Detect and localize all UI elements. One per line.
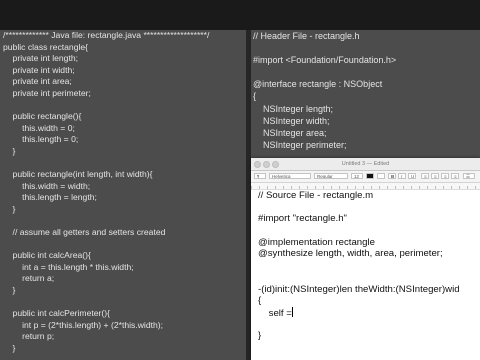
document-line (255, 260, 480, 272)
document-line: // Source File - rectangle.m (258, 190, 374, 201)
code-line: @interface rectangle : NSObject (253, 79, 383, 90)
code-line: } (3, 285, 16, 296)
document-line (255, 319, 480, 331)
code-line: /************* Java file: rectangle.java… (3, 30, 210, 40)
document-line: @synthesize length, width, area, perimet… (258, 248, 443, 260)
code-line: } (3, 145, 16, 156)
code-line: public int calcArea(){ (3, 250, 91, 261)
code-line: private int width; (3, 64, 75, 75)
text-color-well[interactable] (366, 173, 374, 179)
code-line: private int perimeter; (3, 87, 91, 98)
code-line: } (3, 343, 16, 354)
code-line: private int area; (3, 76, 72, 87)
document-line: #import "rectangle.h" (258, 213, 347, 225)
code-line: } (3, 203, 16, 214)
paragraph-style-icon[interactable]: ¶ (254, 173, 266, 179)
highlight-color-well[interactable] (377, 173, 385, 179)
font-size-select[interactable]: 12 (351, 173, 363, 179)
code-line: this.width = 0; (3, 122, 75, 133)
code-line: public int calcPerimeter(){ (3, 308, 110, 319)
align-right-icon[interactable]: ≡ (441, 173, 449, 179)
window-titlebar[interactable]: Untitled 3 — Edited (251, 158, 480, 171)
font-family-select[interactable]: Helvetica (269, 173, 311, 179)
document-line (255, 225, 480, 237)
document-line: -(id)init:(NSInteger)len theWidth:(NSInt… (258, 283, 460, 295)
code-line: NSInteger area; (253, 127, 327, 138)
document-line: self = (258, 306, 293, 319)
document-line (255, 272, 480, 284)
format-toolbar: ¶ Helvetica Regular 12 B I U ≡ ≡ ≡ ≡ ☰ (251, 171, 480, 183)
align-left-icon[interactable]: ≡ (421, 173, 429, 179)
minimize-button[interactable] (263, 161, 270, 168)
underline-button[interactable]: U (408, 173, 416, 179)
code-line: NSInteger length; (253, 103, 334, 114)
close-button[interactable] (254, 161, 261, 168)
code-line: // assume all getters and setters create… (3, 227, 166, 238)
document-line (255, 202, 480, 214)
ruler[interactable] (251, 183, 480, 190)
font-style-select[interactable]: Regular (314, 173, 348, 179)
code-line: this.width = width; (3, 180, 91, 191)
textedit-window: Untitled 3 — Edited ¶ Helvetica Regular … (251, 158, 480, 360)
code-line: #import <Foundation/Foundation.h> (253, 55, 397, 66)
code-line: int p = (2*this.length) + (2*this.width)… (3, 319, 164, 330)
java-editor-pane[interactable]: /************* Java file: rectangle.java… (0, 30, 246, 360)
code-line: public rectangle(){ (3, 111, 82, 122)
italic-button[interactable]: I (398, 173, 406, 179)
document-line: @implementation rectangle (258, 236, 375, 248)
code-line: this.length = 0; (3, 134, 79, 145)
code-line: { (253, 91, 257, 102)
code-line: public rectangle(int length, int width){ (3, 169, 153, 180)
code-line: return a; (3, 273, 55, 284)
list-icon[interactable]: ☰ (463, 173, 475, 179)
code-line: this.length = length; (3, 192, 97, 203)
code-line: NSInteger width; (253, 115, 330, 126)
document-line: { (258, 295, 262, 307)
code-line: int a = this.length * this.width; (3, 261, 134, 272)
code-line: // Header File - rectangle.h (253, 31, 360, 41)
code-line: NSInteger perimeter; (253, 139, 347, 150)
align-center-icon[interactable]: ≡ (431, 173, 439, 179)
document-text-area[interactable]: // Source File - rectangle.m #import "rec… (251, 190, 480, 342)
document-line: } (258, 330, 262, 342)
text-cursor (291, 306, 293, 317)
zoom-button[interactable] (272, 161, 279, 168)
window-title: Untitled 3 — Edited (341, 161, 390, 167)
code-line: return p; (3, 331, 55, 342)
code-line: private int length; (3, 53, 78, 64)
justify-icon[interactable]: ≡ (451, 173, 459, 179)
bold-button[interactable]: B (388, 173, 396, 179)
code-line: public class rectangle{ (3, 41, 89, 52)
